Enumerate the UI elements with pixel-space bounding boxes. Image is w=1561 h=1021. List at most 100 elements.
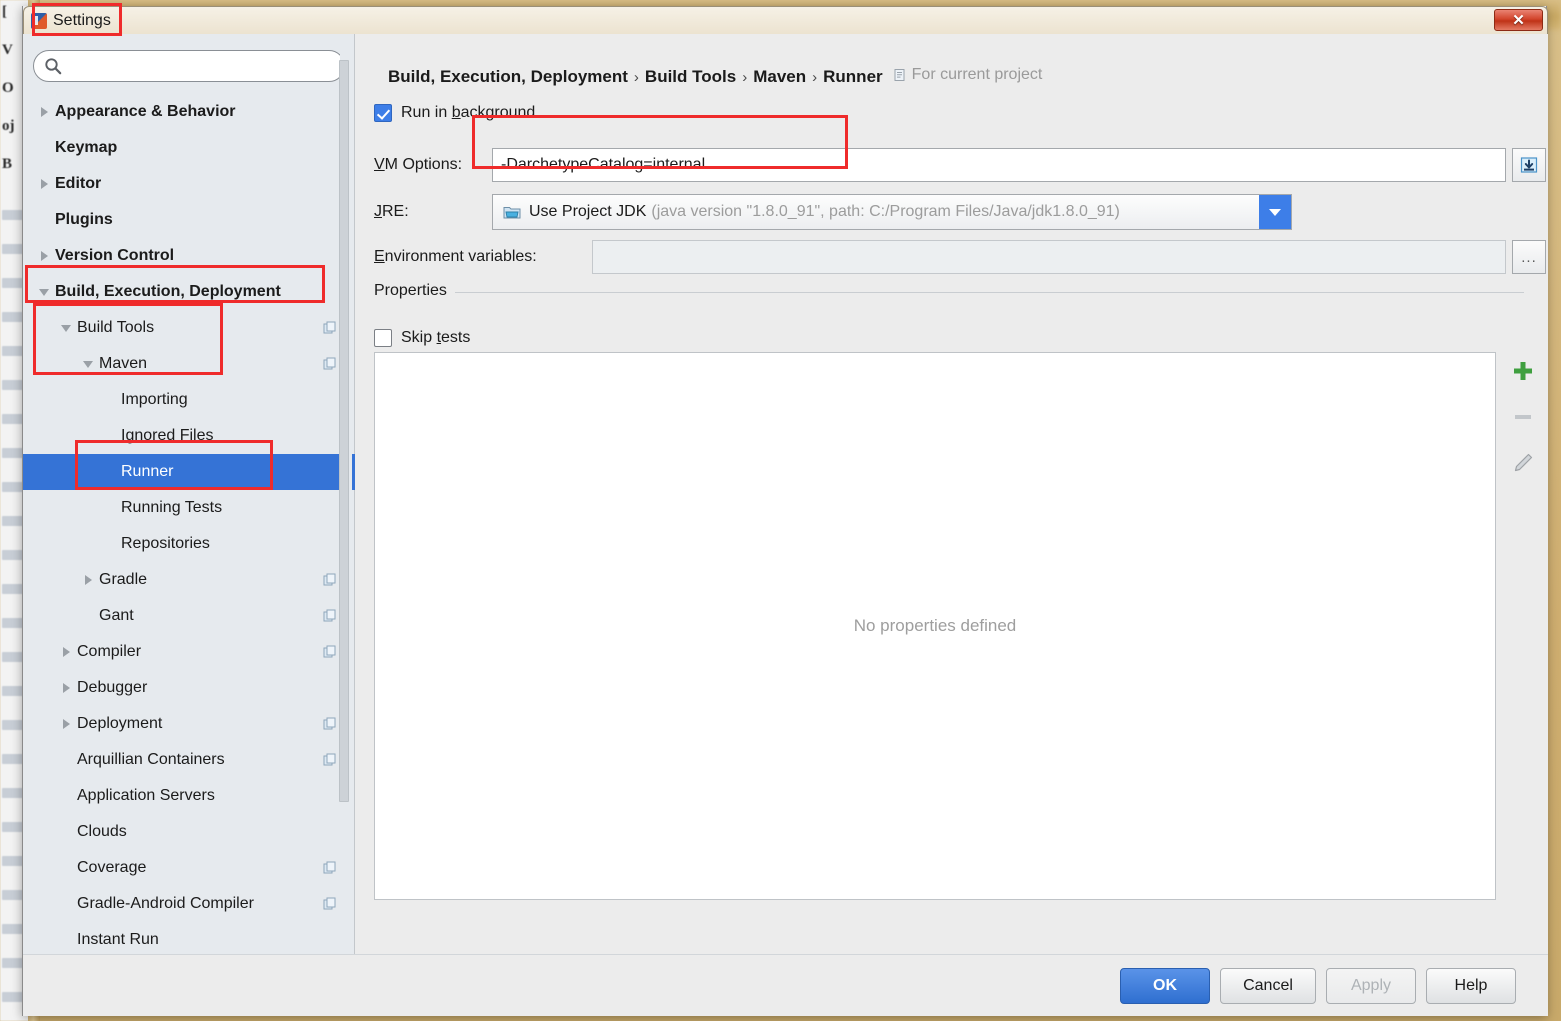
vm-options-input[interactable]: -DarchetypeCatalog=internal — [492, 148, 1506, 182]
chevron-right-icon[interactable] — [81, 573, 95, 587]
run-in-background-label: Run in background — [401, 104, 536, 121]
background-text: V — [2, 42, 13, 58]
environment-variables-row: Environment variables: ... — [374, 240, 1546, 274]
properties-table[interactable]: No properties defined — [374, 352, 1496, 900]
run-in-background-row[interactable]: Run in background — [374, 104, 535, 122]
dialog-body: Appearance & Behavior Keymap Editor Plugins… — [23, 34, 1548, 1016]
sidebar-item-gradle-android-compiler[interactable]: Gradle-Android Compiler — [23, 886, 355, 922]
minus-icon — [1515, 415, 1531, 419]
close-icon[interactable]: ✕ — [1494, 9, 1543, 31]
sidebar-item-label: Running Tests — [121, 499, 223, 516]
properties-group-separator — [374, 292, 1524, 293]
jre-detail: (java version "1.8.0_91", path: C:/Progr… — [651, 203, 1120, 220]
properties-toolbar — [1506, 352, 1540, 492]
skip-tests-row[interactable]: Skip tests — [374, 329, 470, 347]
breadcrumb-scope: For current project — [893, 66, 1043, 84]
chevron-right-icon[interactable] — [37, 177, 51, 191]
chevron-down-icon[interactable] — [59, 321, 73, 335]
jre-label: JRE: — [374, 203, 409, 220]
sidebar-item-clouds[interactable]: Clouds — [23, 814, 355, 850]
sidebar-item-build-tools[interactable]: Build Tools — [23, 310, 355, 346]
sidebar-scrollbar-thumb[interactable] — [339, 60, 349, 802]
sidebar-item-plugins[interactable]: Plugins — [23, 202, 355, 238]
project-scope-icon — [323, 609, 336, 622]
sidebar-item-keymap[interactable]: Keymap — [23, 130, 355, 166]
breadcrumb-separator: › — [633, 69, 639, 86]
sidebar-item-label: Keymap — [55, 139, 118, 156]
sidebar-item-editor[interactable]: Editor — [23, 166, 355, 202]
background-text: oj — [2, 118, 15, 134]
skip-tests-checkbox[interactable] — [374, 329, 392, 347]
sidebar-item-runner[interactable]: Runner — [23, 454, 355, 490]
sidebar-item-label: Build, Execution, Deployment — [55, 283, 281, 300]
chevron-right-icon[interactable] — [37, 249, 51, 263]
jre-select[interactable]: Use Project JDK (java version "1.8.0_91"… — [492, 194, 1292, 230]
chevron-down-icon[interactable] — [81, 357, 95, 371]
sidebar-item-coverage[interactable]: Coverage — [23, 850, 355, 886]
properties-group-title: Properties — [374, 282, 455, 300]
chevron-right-icon[interactable] — [59, 717, 73, 731]
chevron-down-icon[interactable] — [1259, 195, 1291, 229]
sidebar-item-label: Application Servers — [77, 787, 215, 804]
breadcrumb-part: Build Tools — [644, 67, 737, 86]
sidebar-item-label: Repositories — [121, 535, 210, 552]
sidebar-item-build-execution-deployment[interactable]: Build, Execution, Deployment — [23, 274, 355, 310]
chevron-right-icon[interactable] — [59, 645, 73, 659]
vm-options-row: VM Options: -DarchetypeCatalog=internal — [374, 148, 1546, 182]
sidebar-item-gradle[interactable]: Gradle — [23, 562, 355, 598]
chevron-right-icon[interactable] — [37, 105, 51, 119]
sidebar-item-running-tests[interactable]: Running Tests — [23, 490, 355, 526]
screen: [V Ooj B Settings ✕ Appearance & Behavior K… — [0, 0, 1561, 1021]
sidebar-item-application-servers[interactable]: Application Servers — [23, 778, 355, 814]
project-scope-icon — [323, 753, 336, 766]
sidebar-item-gant[interactable]: Gant — [23, 598, 355, 634]
sidebar-item-ignored-files[interactable]: Ignored Files — [23, 418, 355, 454]
sidebar-item-label: Importing — [121, 391, 188, 408]
sidebar-item-label: Arquillian Containers — [77, 751, 225, 768]
sidebar-item-label: Maven — [99, 355, 148, 372]
vm-options-label: VM Options: — [374, 156, 463, 173]
apply-button: Apply — [1326, 968, 1416, 1004]
sidebar-item-label: Ignored Files — [121, 427, 214, 444]
sidebar-item-maven[interactable]: Maven — [23, 346, 355, 382]
sidebar-item-version-control[interactable]: Version Control — [23, 238, 355, 274]
sidebar-item-label: Instant Run — [77, 931, 159, 948]
background-text: O — [2, 80, 14, 96]
sidebar-item-deployment[interactable]: Deployment — [23, 706, 355, 742]
cancel-button[interactable]: Cancel — [1220, 968, 1316, 1004]
breadcrumb-scope-label: For current project — [911, 66, 1043, 83]
settings-tree: Appearance & Behavior Keymap Editor Plugins… — [23, 94, 355, 954]
sidebar-item-debugger[interactable]: Debugger — [23, 670, 355, 706]
dialog-titlebar: Settings ✕ — [23, 6, 1548, 34]
help-button[interactable]: Help — [1426, 968, 1516, 1004]
search-box[interactable] — [33, 50, 345, 82]
breadcrumb-part: Maven — [753, 67, 807, 86]
plus-icon[interactable] — [1510, 358, 1536, 384]
sidebar-item-compiler[interactable]: Compiler — [23, 634, 355, 670]
environment-variables-browse-button[interactable]: ... — [1512, 240, 1546, 274]
ok-button[interactable]: OK — [1120, 968, 1210, 1004]
sidebar-item-instant-run[interactable]: Instant Run — [23, 922, 355, 954]
sidebar-item-arquillian-containers[interactable]: Arquillian Containers — [23, 742, 355, 778]
sidebar-item-label: Deployment — [77, 715, 163, 732]
environment-variables-input[interactable] — [592, 240, 1506, 274]
sidebar-scrollbar[interactable] — [339, 34, 352, 894]
sidebar-item-label: Debugger — [77, 679, 148, 696]
vm-options-expand-button[interactable] — [1512, 148, 1546, 182]
run-in-background-checkbox[interactable] — [374, 104, 392, 122]
sidebar-item-label: Build Tools — [77, 319, 155, 336]
project-scope-icon — [323, 645, 336, 658]
sidebar-item-label: Gradle — [99, 571, 148, 588]
sidebar-item-appearance-behavior[interactable]: Appearance & Behavior — [23, 94, 355, 130]
sidebar-item-label: Clouds — [77, 823, 127, 840]
sidebar-item-label: Coverage — [77, 859, 147, 876]
breadcrumb-part: Runner — [823, 67, 883, 86]
search-input[interactable] — [68, 57, 328, 75]
chevron-right-icon[interactable] — [59, 681, 73, 695]
chevron-down-icon[interactable] — [37, 285, 51, 299]
settings-dialog: Settings ✕ Appearance & Behavior Keymap Ed… — [22, 6, 1548, 1016]
sidebar-item-importing[interactable]: Importing — [23, 382, 355, 418]
vm-options-value: -DarchetypeCatalog=internal — [501, 156, 706, 173]
sidebar-item-repositories[interactable]: Repositories — [23, 526, 355, 562]
settings-pane: Build, Execution, Deployment › Build Tools… — [356, 34, 1548, 954]
